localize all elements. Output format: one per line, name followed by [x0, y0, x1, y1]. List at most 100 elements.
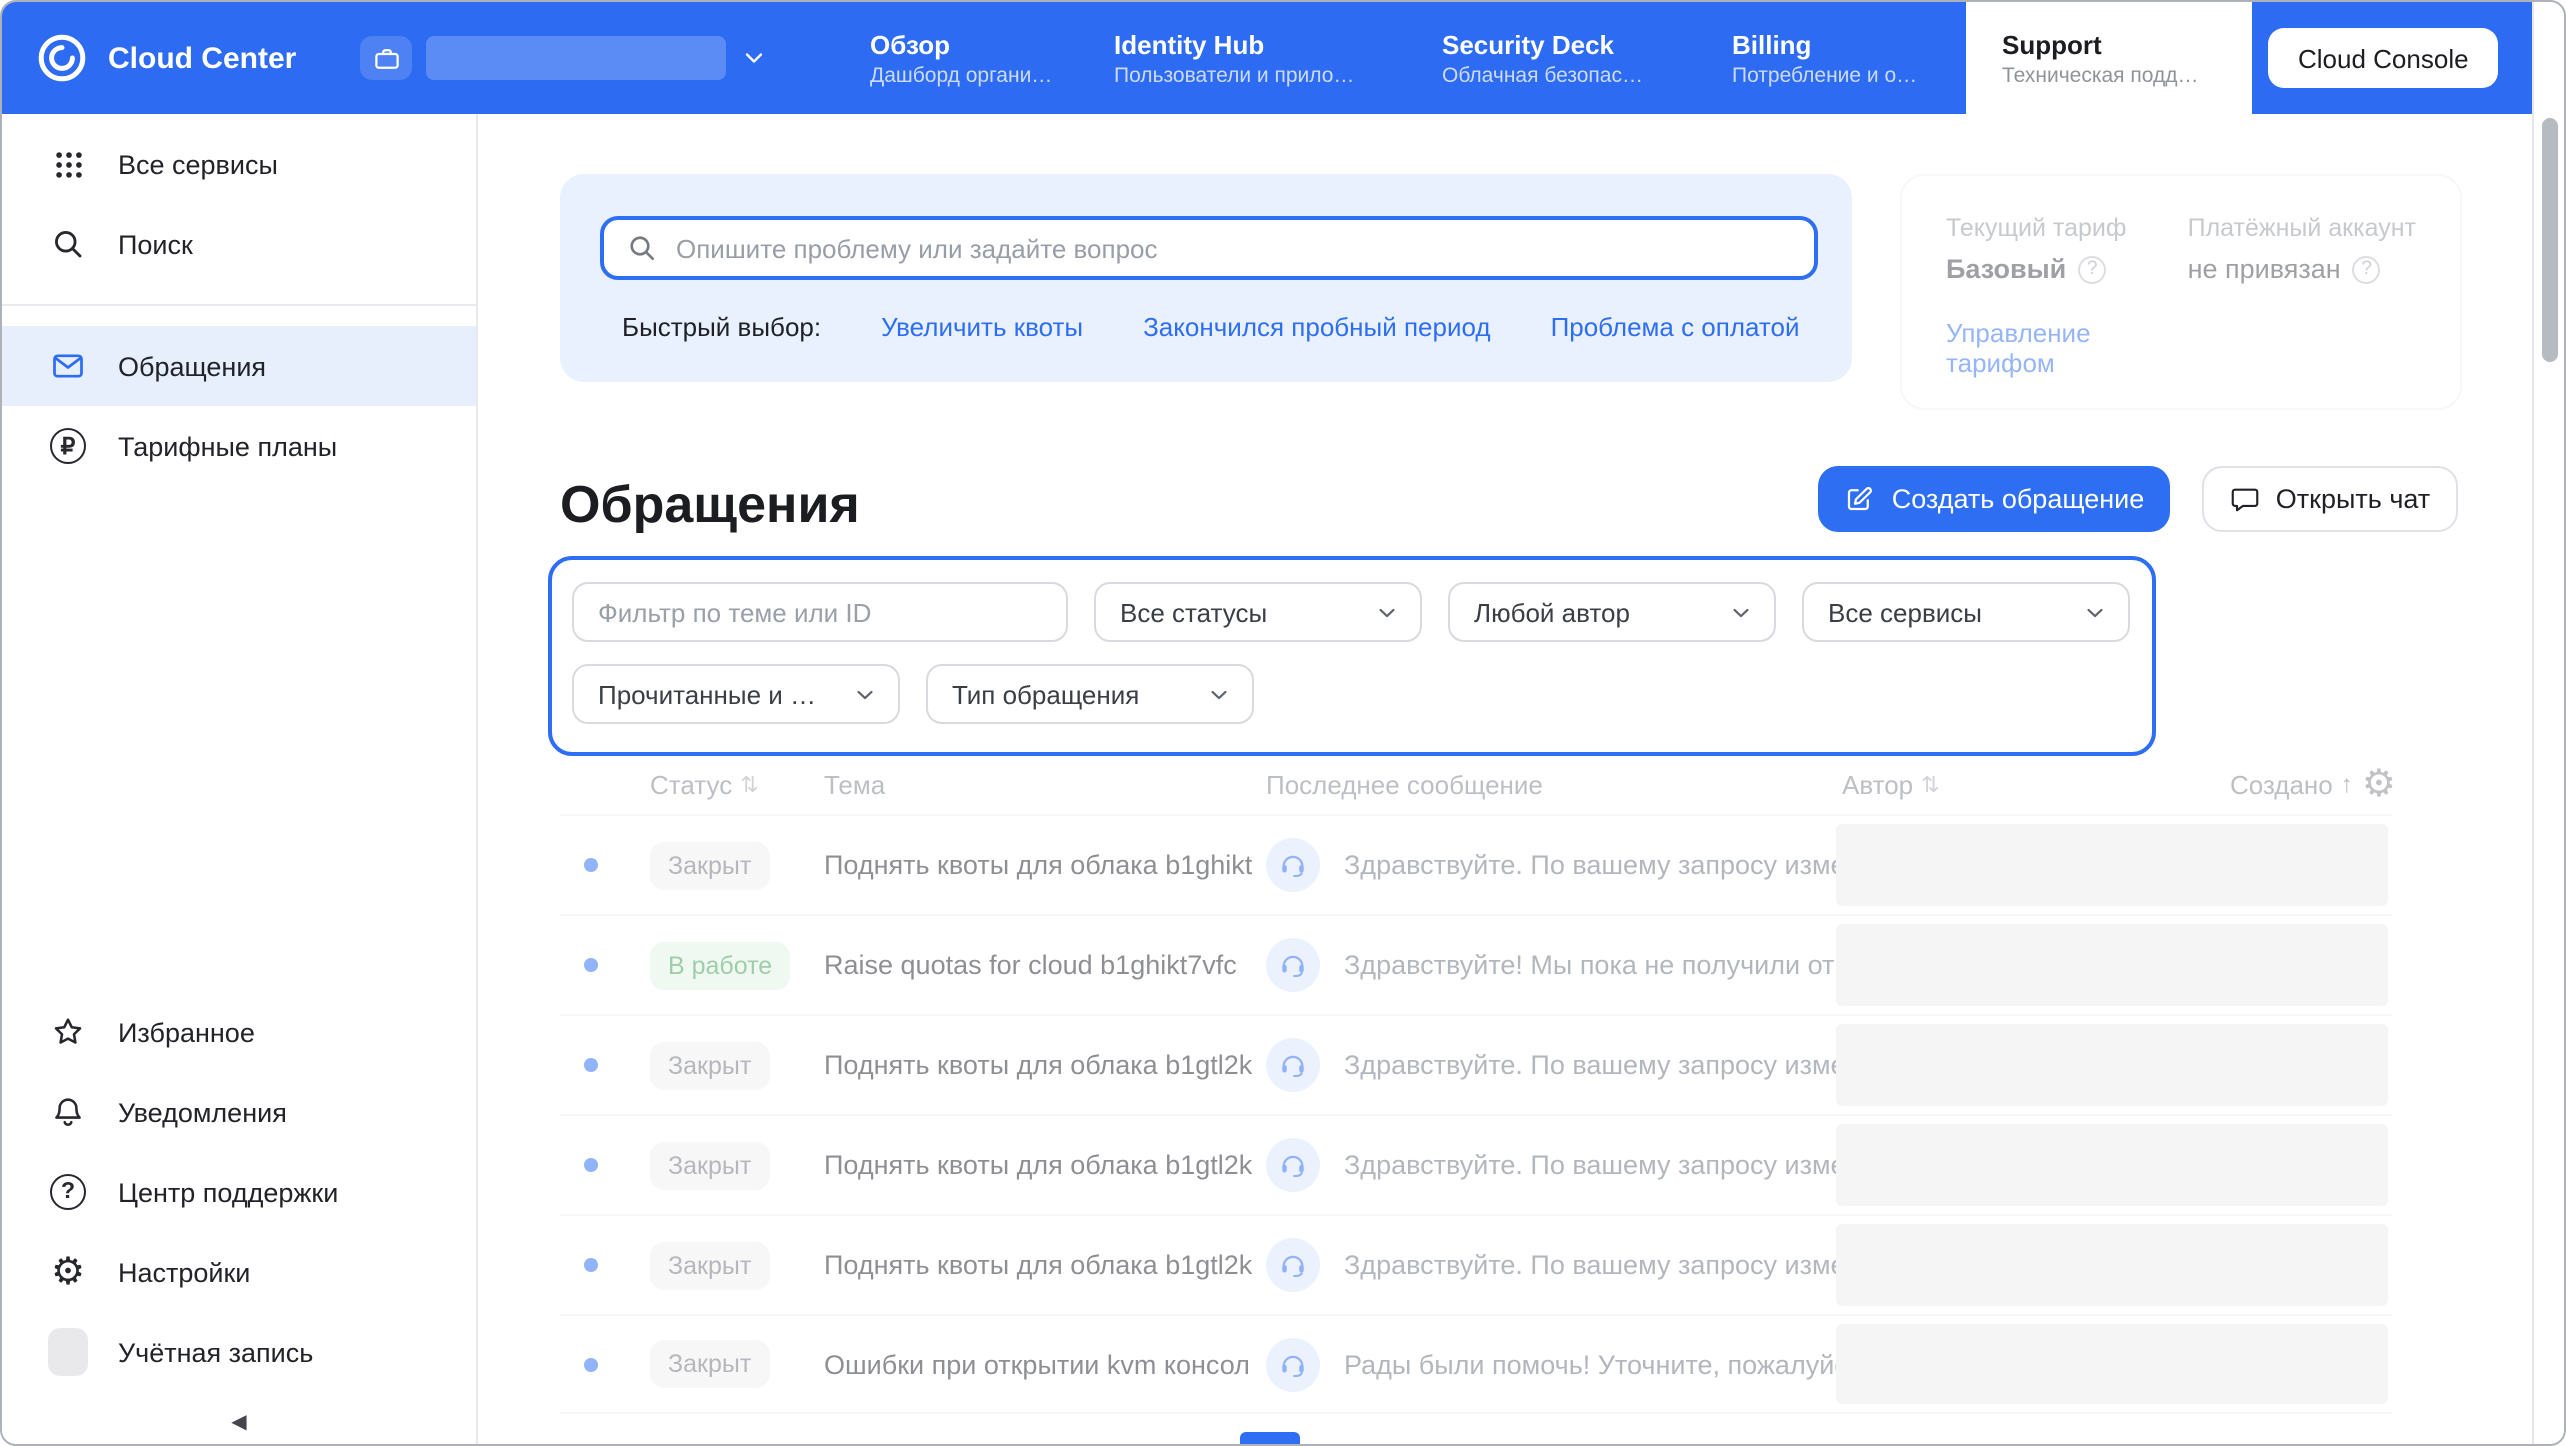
- sidebar-item-label: Учётная запись: [118, 1337, 313, 1367]
- billing-account-value: не привязан: [2188, 254, 2341, 284]
- quick-link-trial-ended[interactable]: Закончился пробный период: [1143, 312, 1490, 342]
- gear-icon: [48, 1252, 88, 1292]
- help-circle-icon: [48, 1172, 88, 1212]
- topbar: Cloud Center Обзор Дашборд органи… Ident…: [2, 2, 2536, 114]
- table-row[interactable]: Закрыт Поднять квоты для облака b1gtl2k …: [560, 1114, 2392, 1214]
- sidebar-item-pricing-plans[interactable]: Тарифные планы: [2, 406, 476, 486]
- help-icon[interactable]: [2353, 255, 2381, 283]
- page-title: Обращения: [560, 474, 860, 536]
- column-author[interactable]: Автор: [1836, 769, 2230, 799]
- tab-billing[interactable]: Billing Потребление и о…: [1732, 2, 1917, 114]
- sidebar-item-settings[interactable]: Настройки: [2, 1232, 476, 1312]
- sidebar-item-notifications[interactable]: Уведомления: [2, 1072, 476, 1152]
- sidebar-item-label: Центр поддержки: [118, 1177, 338, 1207]
- tab-title: Billing: [1732, 29, 1917, 59]
- tab-identity-hub[interactable]: Identity Hub Пользователи и прило…: [1114, 2, 1354, 114]
- sidebar-divider: [2, 304, 476, 306]
- sidebar-item-label: Все сервисы: [118, 149, 278, 179]
- filter-service-select[interactable]: Все сервисы: [1802, 582, 2130, 642]
- table-row[interactable]: Закрыт Поднять квоты для облака b1gtl2k …: [560, 1014, 2392, 1114]
- grid-icon: [48, 144, 88, 184]
- filter-type-select[interactable]: Тип обращения: [926, 664, 1254, 724]
- table-row[interactable]: Закрыт Ошибки при открытии kvm консол Ра…: [560, 1314, 2392, 1414]
- support-agent-headset-icon: [1266, 1138, 1320, 1192]
- table-header: Статус Тема Последнее сообщение Автор Со…: [560, 754, 2392, 814]
- support-search-input[interactable]: [676, 233, 1792, 263]
- redacted-author-created: [1836, 1124, 2388, 1206]
- support-search-box[interactable]: [600, 216, 1818, 280]
- cloud-console-button[interactable]: Cloud Console: [2268, 28, 2499, 88]
- star-icon: [48, 1012, 88, 1052]
- briefcase-icon: [360, 36, 412, 80]
- tab-title: Обзор: [870, 29, 1052, 59]
- tab-subtitle: Пользователи и прило…: [1114, 63, 1354, 87]
- sidebar-item-support-center[interactable]: Центр поддержки: [2, 1152, 476, 1232]
- chevron-down-icon: [852, 681, 878, 707]
- billing-account: Платёжный аккаунт не привязан: [2188, 214, 2416, 378]
- status-badge: Закрыт: [650, 1241, 769, 1289]
- sidebar-item-label: Обращения: [118, 351, 266, 381]
- column-status[interactable]: Статус: [620, 769, 824, 799]
- quick-link-payment-problem[interactable]: Проблема с оплатой: [1551, 312, 1800, 342]
- tickets-table: Статус Тема Последнее сообщение Автор Со…: [560, 754, 2392, 1414]
- help-icon[interactable]: [2078, 255, 2106, 283]
- filters-panel: Все статусы Любой автор Все сервисы Проч…: [548, 556, 2156, 756]
- redacted-author-created: [1836, 1224, 2388, 1306]
- column-settings-gear-icon[interactable]: [2362, 766, 2396, 804]
- redacted-author-created: [1836, 924, 2388, 1006]
- unread-dot: [584, 1058, 598, 1072]
- ticket-theme: Поднять квоты для облака b1gtl2k: [824, 1050, 1266, 1080]
- sidebar-item-label: Тарифные планы: [118, 431, 337, 461]
- sidebar-item-all-services[interactable]: Все сервисы: [2, 124, 476, 204]
- table-row[interactable]: Закрыт Поднять квоты для облака b1gtl2k …: [560, 1214, 2392, 1314]
- tab-subtitle: Потребление и о…: [1732, 63, 1917, 87]
- table-row[interactable]: В работе Raise quotas for cloud b1ghikt7…: [560, 914, 2392, 1014]
- tab-title: Identity Hub: [1114, 29, 1354, 59]
- chevron-down-icon: [740, 44, 768, 72]
- open-chat-button[interactable]: Открыть чат: [2202, 466, 2458, 532]
- collapse-sidebar-icon[interactable]: [2, 1412, 476, 1434]
- organization-switcher[interactable]: [360, 36, 768, 80]
- unread-dot: [584, 858, 598, 872]
- chat-widget-peek[interactable]: [1240, 1432, 1300, 1444]
- ticket-theme: Ошибки при открытии kvm консол: [824, 1349, 1266, 1379]
- scrollbar-thumb[interactable]: [2542, 118, 2558, 362]
- filter-author-select[interactable]: Любой автор: [1448, 582, 1776, 642]
- tab-overview[interactable]: Обзор Дашборд органи…: [870, 2, 1052, 114]
- current-tariff: Текущий тариф Базовый Управление тарифом: [1946, 214, 2128, 378]
- sidebar-item-search[interactable]: Поиск: [2, 204, 476, 284]
- chevron-down-icon: [1374, 599, 1400, 625]
- support-agent-headset-icon: [1266, 1337, 1320, 1391]
- filter-search-input[interactable]: [572, 582, 1068, 642]
- redacted-author-created: [1836, 1324, 2388, 1404]
- brand[interactable]: Cloud Center: [2, 32, 296, 84]
- create-ticket-button[interactable]: Создать обращение: [1818, 466, 2170, 532]
- vertical-scrollbar[interactable]: [2532, 2, 2564, 1444]
- filter-read-select[interactable]: Прочитанные и …: [572, 664, 900, 724]
- sidebar-item-tickets[interactable]: Обращения: [2, 326, 476, 406]
- filter-read-value: Прочитанные и …: [598, 679, 816, 709]
- tariff-panel: Текущий тариф Базовый Управление тарифом…: [1900, 174, 2462, 410]
- ticket-theme: Raise quotas for cloud b1ghikt7vfc: [824, 950, 1266, 980]
- sidebar-item-favorites[interactable]: Избранное: [2, 992, 476, 1072]
- tab-security-deck[interactable]: Security Deck Облачная безопас…: [1442, 2, 1643, 114]
- current-tariff-label: Текущий тариф: [1946, 214, 2128, 242]
- open-chat-label: Открыть чат: [2276, 484, 2430, 514]
- unread-dot: [584, 1258, 598, 1272]
- chat-icon: [2230, 484, 2260, 514]
- organization-name-redacted: [426, 36, 726, 80]
- last-message: Здравствуйте. По вашему запросу изме: [1344, 1250, 1836, 1280]
- filter-status-select[interactable]: Все статусы: [1094, 582, 1422, 642]
- quick-link-increase-quotas[interactable]: Увеличить квоты: [881, 312, 1083, 342]
- bell-icon: [48, 1092, 88, 1132]
- tab-support-active[interactable]: Support Техническая подд…: [1966, 2, 2252, 114]
- chevron-down-icon: [1728, 599, 1754, 625]
- status-badge: Закрыт: [650, 1340, 769, 1388]
- sidebar-item-label: Настройки: [118, 1257, 250, 1287]
- table-row[interactable]: Закрыт Поднять квоты для облака b1ghikt …: [560, 814, 2392, 914]
- chevron-down-icon: [1206, 681, 1232, 707]
- sidebar-item-account[interactable]: Учётная запись: [2, 1312, 476, 1392]
- status-badge: В работе: [650, 941, 790, 989]
- manage-tariff-link[interactable]: Управление тарифом: [1946, 318, 2128, 378]
- quick-picks-label: Быстрый выбор:: [622, 312, 821, 342]
